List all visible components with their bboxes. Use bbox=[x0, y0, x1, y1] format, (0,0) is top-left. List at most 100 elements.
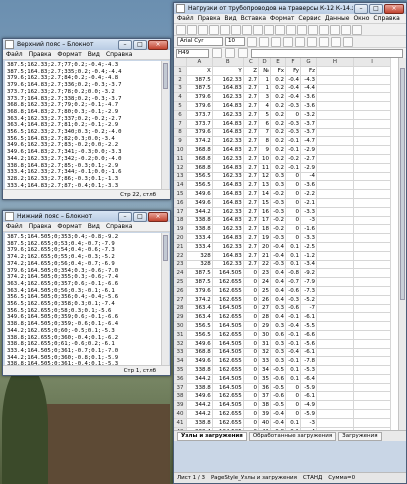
cell[interactable]: 0.2 bbox=[270, 75, 286, 85]
cell[interactable]: 0 bbox=[243, 365, 260, 375]
cell[interactable]: 328 bbox=[186, 260, 213, 270]
paste-icon[interactable] bbox=[286, 24, 296, 35]
cell[interactable]: 162.655 bbox=[212, 277, 244, 287]
cell[interactable]: -5.5 bbox=[300, 321, 317, 331]
cell[interactable]: 363.4 bbox=[186, 312, 213, 323]
cell[interactable]: 162.655 bbox=[212, 409, 244, 419]
cell[interactable]: 164.505 bbox=[212, 339, 244, 349]
cell[interactable]: 0 bbox=[243, 348, 260, 358]
cell[interactable]: 162.33 bbox=[212, 224, 244, 235]
cell[interactable]: 27 bbox=[258, 304, 271, 314]
menu-window[interactable]: Окно bbox=[353, 15, 369, 22]
cell[interactable]: 349.6 bbox=[186, 198, 213, 208]
cell[interactable] bbox=[353, 119, 391, 129]
cell[interactable] bbox=[316, 260, 354, 270]
cell[interactable]: 363.4 bbox=[186, 304, 213, 314]
cell[interactable]: 0 bbox=[243, 409, 260, 419]
cell[interactable]: -0.2 bbox=[270, 216, 286, 226]
edit-file-icon[interactable] bbox=[209, 24, 219, 35]
row-header[interactable]: 1 bbox=[174, 66, 187, 76]
row-header[interactable]: 19 bbox=[174, 224, 187, 235]
cell[interactable] bbox=[353, 154, 391, 164]
formula-icon[interactable] bbox=[238, 48, 248, 58]
cell[interactable]: 164.83 bbox=[212, 128, 244, 138]
cell[interactable]: -6.1 bbox=[300, 348, 317, 358]
maximize-button[interactable]: □ bbox=[133, 39, 147, 50]
cell[interactable]: 8 bbox=[258, 136, 271, 147]
cell[interactable]: 368.8 bbox=[186, 145, 213, 155]
cell[interactable] bbox=[316, 391, 354, 402]
row-header[interactable]: 27 bbox=[174, 295, 187, 305]
cell[interactable]: 2.7 bbox=[243, 92, 260, 103]
cell[interactable] bbox=[316, 110, 354, 120]
cell[interactable]: 0.4 bbox=[270, 286, 286, 296]
cell[interactable]: 338.8 bbox=[186, 383, 213, 393]
cell[interactable] bbox=[353, 84, 391, 94]
cell[interactable]: -0.6 bbox=[270, 374, 286, 384]
cell[interactable]: 14 bbox=[258, 189, 271, 199]
font-size-combo[interactable]: 10 bbox=[225, 37, 245, 46]
cell[interactable]: 164.505 bbox=[212, 348, 244, 358]
cell[interactable]: 2.7 bbox=[243, 75, 260, 85]
cell[interactable]: -7.9 bbox=[300, 277, 317, 287]
cell[interactable]: 0 bbox=[285, 110, 301, 120]
column-header[interactable]: B bbox=[212, 58, 244, 67]
row-header[interactable]: 3 bbox=[174, 84, 187, 94]
cell[interactable]: 2.7 bbox=[243, 180, 260, 191]
cell[interactable] bbox=[353, 75, 391, 85]
cell[interactable] bbox=[316, 75, 354, 85]
cell[interactable]: 0 bbox=[243, 418, 260, 428]
cell[interactable]: 0 bbox=[243, 356, 260, 367]
cell[interactable]: -5.2 bbox=[300, 295, 317, 305]
cell[interactable]: 387.5 bbox=[186, 75, 213, 85]
cell[interactable]: 164.83 bbox=[212, 101, 244, 111]
cell[interactable] bbox=[316, 224, 354, 235]
cell[interactable] bbox=[316, 295, 354, 305]
row-header[interactable]: 39 bbox=[174, 400, 187, 411]
cell[interactable]: 373.7 bbox=[186, 119, 213, 129]
cell[interactable]: 162.655 bbox=[212, 365, 244, 375]
cell[interactable]: 4 bbox=[258, 101, 271, 111]
menu-edit[interactable]: Правка bbox=[29, 223, 52, 230]
cell[interactable] bbox=[316, 119, 354, 129]
cell[interactable]: 338.8 bbox=[186, 216, 213, 226]
cell[interactable] bbox=[316, 145, 354, 155]
cell[interactable]: -3.7 bbox=[300, 128, 317, 138]
cell[interactable] bbox=[316, 242, 354, 252]
cell[interactable] bbox=[353, 356, 391, 367]
cell[interactable]: -4.4 bbox=[300, 84, 317, 94]
print-icon[interactable] bbox=[231, 24, 241, 35]
cell[interactable]: 379.6 bbox=[186, 92, 213, 103]
cell[interactable]: 379.6 bbox=[186, 128, 213, 138]
cell[interactable] bbox=[316, 216, 354, 226]
cell[interactable] bbox=[353, 330, 391, 340]
row-header[interactable]: 24 bbox=[174, 268, 187, 279]
cell[interactable]: -0.4 bbox=[270, 409, 286, 419]
cell[interactable]: 3 bbox=[258, 92, 271, 103]
cell[interactable] bbox=[316, 251, 354, 261]
cell[interactable]: 0.4 bbox=[270, 268, 286, 279]
row-header[interactable]: 31 bbox=[174, 330, 187, 340]
cell[interactable]: 2.7 bbox=[243, 251, 260, 261]
cell[interactable]: 26 bbox=[258, 295, 271, 305]
cell[interactable] bbox=[353, 391, 391, 402]
cell[interactable]: 2.7 bbox=[243, 119, 260, 129]
cell[interactable]: 34 bbox=[258, 365, 271, 375]
cell[interactable]: 0.2 bbox=[270, 145, 286, 155]
cell[interactable]: -6.1 bbox=[300, 391, 317, 402]
cell[interactable]: 36 bbox=[258, 383, 271, 393]
cell[interactable]: 162.655 bbox=[212, 295, 244, 305]
cell[interactable] bbox=[316, 84, 354, 94]
cell[interactable]: 356.5 bbox=[186, 172, 213, 182]
cell[interactable]: -1.2 bbox=[300, 251, 317, 261]
cell[interactable]: 0.2 bbox=[270, 92, 286, 103]
cell[interactable]: -0.3 bbox=[285, 119, 301, 129]
minimize-button[interactable]: – bbox=[118, 39, 132, 50]
cell[interactable] bbox=[316, 321, 354, 331]
cell[interactable]: 164.83 bbox=[212, 251, 244, 261]
cell[interactable]: -0.1 bbox=[285, 163, 301, 173]
cell[interactable]: 0 bbox=[243, 295, 260, 305]
row-header[interactable]: 41 bbox=[174, 418, 187, 428]
cell[interactable]: 38 bbox=[258, 400, 271, 411]
cell[interactable]: 338.8 bbox=[186, 224, 213, 235]
